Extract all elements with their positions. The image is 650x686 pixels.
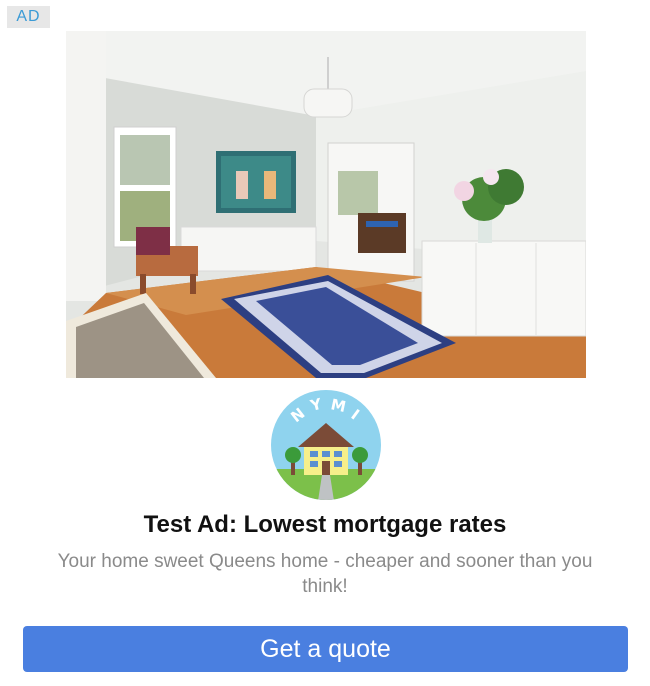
ad-body-text: Your home sweet Queens home - cheaper an… <box>57 551 593 597</box>
get-a-quote-button[interactable]: Get a quote <box>23 626 628 672</box>
ad-badge: AD <box>7 6 50 28</box>
nymi-logo[interactable]: N Y M I <box>270 389 382 501</box>
hero-image[interactable] <box>66 31 586 378</box>
ad-headline: Test Ad: Lowest mortgage rates <box>143 511 507 538</box>
